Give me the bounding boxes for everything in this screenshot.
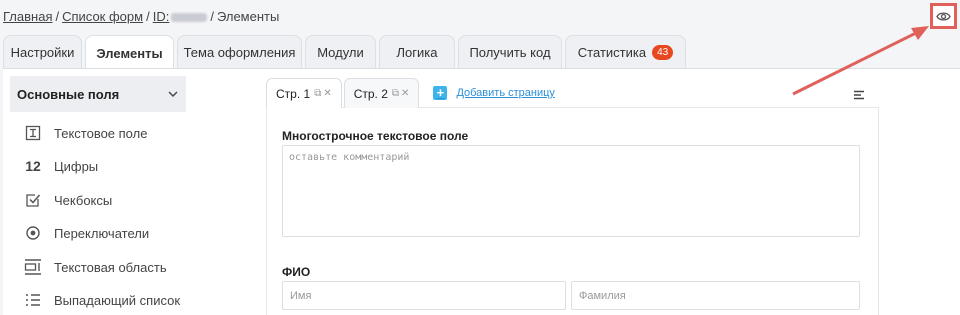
comment-textarea[interactable]: оставьте комментарий [282,145,860,237]
text-cursor-icon [23,123,43,143]
copy-icon[interactable]: ⧉ [314,88,321,99]
content-panel: Основные поля Текстовое поле 12 Цифры Че… [3,68,960,315]
main-tabs: Настройки Элементы Тема оформления Модул… [3,35,689,70]
sidebar-item-textarea[interactable]: Текстовая область [23,256,167,278]
radio-icon [23,223,43,243]
form-settings-button[interactable] [849,86,869,104]
breadcrumb-forms-link[interactable]: Список форм [62,9,143,24]
breadcrumb-home-link[interactable]: Главная [3,9,52,24]
list-icon [23,290,43,310]
blurred-id [171,13,208,23]
tab-elements[interactable]: Элементы [85,35,174,70]
sidebar-item-text-field[interactable]: Текстовое поле [23,122,147,144]
breadcrumb: Главная / Список форм / ID: / Элементы [3,9,280,24]
checkbox-icon [23,190,43,210]
sidebar-section-toggle[interactable]: Основные поля [10,76,186,112]
page-tab-2[interactable]: Стр. 2 ⧉ ✕ [343,78,420,108]
close-icon[interactable]: ✕ [323,88,331,99]
tab-modules[interactable]: Модули [305,35,376,69]
eye-icon [936,11,951,21]
textarea-field-label: Многострочное текстовое поле [282,129,469,143]
tab-get-code[interactable]: Получить код [458,35,562,69]
add-page-link[interactable]: + Добавить страницу [433,78,555,108]
sidebar-item-numbers[interactable]: 12 Цифры [23,155,98,177]
chevron-down-icon [168,91,178,97]
sidebar-item-radio[interactable]: Переключатели [23,222,149,244]
preview-button[interactable] [930,3,957,29]
numbers-icon: 12 [25,158,41,174]
sidebar-item-checkboxes[interactable]: Чекбоксы [23,189,112,211]
tab-statistics[interactable]: Статистика 43 [565,35,686,69]
textarea-icon [23,257,43,277]
breadcrumb-id-link[interactable]: ID: [153,9,208,24]
sidebar-item-dropdown[interactable]: Выпадающий список [23,289,180,311]
tab-theme[interactable]: Тема оформления [177,35,302,69]
page-tabs: Стр. 1 ⧉ ✕ Стр. 2 ⧉ ✕ + Добавить страниц… [266,78,555,108]
close-icon[interactable]: ✕ [401,88,409,99]
statistics-badge: 43 [652,45,674,60]
plus-icon: + [433,86,448,100]
tab-settings[interactable]: Настройки [3,35,82,69]
fio-field-label: ФИО [282,265,311,279]
first-name-input[interactable]: Имя [282,281,566,310]
last-name-input[interactable]: Фамилия [571,281,860,310]
align-settings-icon [854,90,864,100]
breadcrumb-current: Элементы [216,9,280,24]
tab-logic[interactable]: Логика [379,35,455,69]
copy-icon[interactable]: ⧉ [392,88,399,99]
page-tab-1[interactable]: Стр. 1 ⧉ ✕ [266,78,342,108]
